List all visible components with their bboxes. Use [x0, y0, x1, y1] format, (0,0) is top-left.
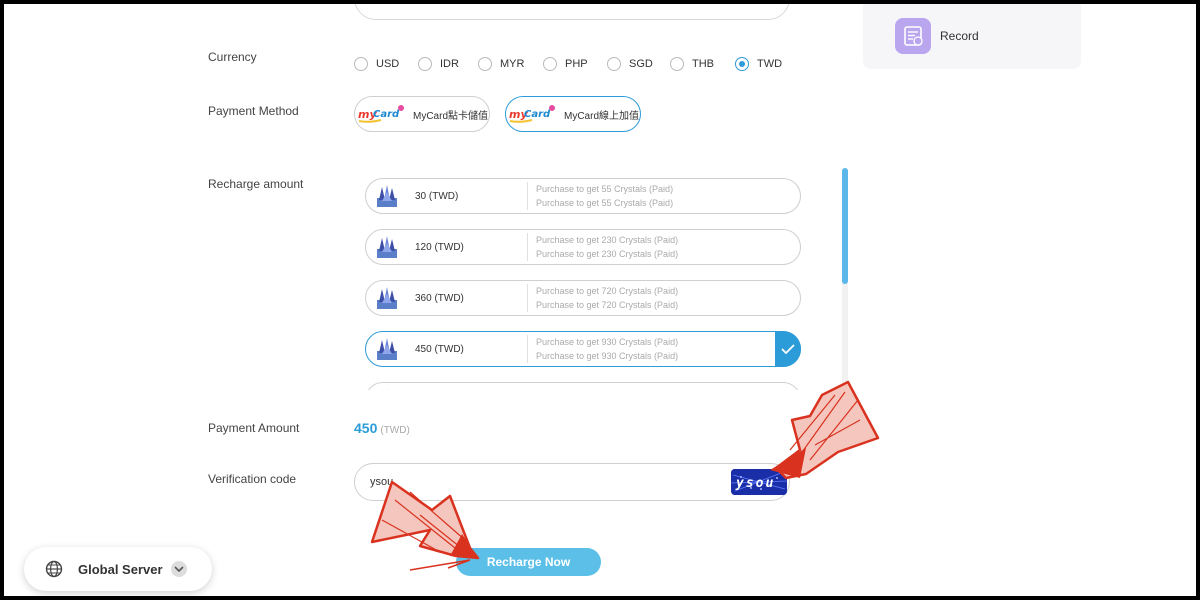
currency-option-label: USD	[376, 58, 400, 70]
recharge-description: Purchase to get 230 Crystals (Paid)	[536, 235, 679, 245]
record-label: Record	[940, 29, 979, 43]
payment-method-label: MyCard線上加值	[564, 110, 640, 122]
recharge-amount-label: Recharge amount	[208, 177, 304, 191]
currency-radio-sgd[interactable]: SGD	[607, 56, 653, 72]
recharge-description: Purchase to get 230 Crystals (Paid)	[536, 249, 679, 259]
currency-radio-thb[interactable]: THB	[670, 56, 714, 72]
payment-method-mycard-card[interactable]: my Card MyCard點卡儲值	[354, 96, 490, 132]
currency-option-label: TWD	[757, 58, 783, 70]
crystal-icon	[377, 338, 397, 360]
recharge-description: Purchase to get 720 Crystals (Paid)	[536, 286, 679, 296]
radio-dot	[735, 57, 749, 71]
payment-method-label: MyCard點卡儲值	[413, 110, 489, 122]
crystal-icon	[377, 185, 397, 207]
currency-radio-php[interactable]: PHP	[543, 56, 588, 72]
radio-dot	[607, 57, 621, 71]
payment-amount-number: 450	[354, 420, 378, 436]
arrow-to-captcha-icon	[770, 380, 880, 480]
radio-dot	[670, 57, 684, 71]
svg-text:Card: Card	[524, 109, 551, 120]
crystal-icon	[377, 287, 397, 309]
payment-method-label: Payment Method	[208, 104, 299, 118]
mycard-logo: my Card	[508, 103, 558, 125]
recharge-amount: 30 (TWD)	[415, 190, 459, 202]
recharge-option-120[interactable]: 120 (TWD) Purchase to get 230 Crystals (…	[365, 229, 801, 265]
verification-code-value: ysou	[370, 476, 394, 488]
recharge-now-button[interactable]: Recharge Now	[456, 548, 601, 576]
payment-amount-currency: (TWD)	[380, 425, 410, 436]
checkmark-icon	[775, 331, 801, 367]
top-input-field[interactable]	[354, 0, 790, 20]
currency-option-label: PHP	[565, 58, 588, 70]
radio-dot	[478, 57, 492, 71]
verification-code-input[interactable]: ysou	[354, 463, 790, 501]
currency-option-label: MYR	[500, 58, 525, 70]
crystal-icon	[377, 236, 397, 258]
recharge-description: Purchase to get 55 Crystals (Paid)	[536, 198, 674, 208]
recharge-description: Purchase to get 55 Crystals (Paid)	[536, 184, 674, 194]
record-link[interactable]: Record	[895, 18, 979, 54]
recharge-description: Purchase to get 930 Crystals (Paid)	[536, 337, 679, 347]
radio-dot	[543, 57, 557, 71]
currency-radio-usd[interactable]: USD	[354, 56, 399, 72]
global-server-selector[interactable]: Global Server	[24, 547, 212, 591]
radio-dot	[418, 57, 432, 71]
divider	[527, 182, 528, 210]
globe-icon	[45, 560, 63, 578]
recharge-option-360[interactable]: 360 (TWD) Purchase to get 720 Crystals (…	[365, 280, 801, 316]
receipt-icon	[895, 18, 931, 54]
divider	[527, 284, 528, 312]
crystal-icon	[386, 389, 388, 390]
captcha-text: ysou	[735, 476, 775, 491]
chevron-down-icon	[170, 561, 187, 577]
currency-option-label: IDR	[440, 58, 459, 70]
recharge-option-partial[interactable]	[365, 382, 801, 390]
verification-code-label: Verification code	[208, 472, 297, 486]
server-label: Global Server	[78, 561, 163, 577]
recharge-amount: 120 (TWD)	[415, 241, 464, 253]
list-scrollbar-thumb[interactable]	[842, 168, 848, 284]
payment-method-mycard-online[interactable]: my Card MyCard線上加值	[505, 96, 641, 132]
recharge-options-list[interactable]: 30 (TWD) Purchase to get 55 Crystals (Pa…	[355, 168, 807, 390]
divider	[527, 233, 528, 261]
recharge-option-30[interactable]: 30 (TWD) Purchase to get 55 Crystals (Pa…	[365, 178, 801, 214]
currency-radio-twd[interactable]: TWD	[735, 56, 782, 72]
currency-option-label: THB	[692, 58, 714, 70]
currency-option-label: SGD	[629, 58, 653, 70]
payment-amount-value: 450 (TWD)	[354, 420, 410, 436]
recharge-amount: 360 (TWD)	[415, 292, 464, 304]
recharge-option-450[interactable]: 450 (TWD) Purchase to get 930 Crystals (…	[365, 331, 801, 367]
mycard-logo: my Card	[357, 103, 407, 125]
svg-text:Card: Card	[373, 109, 400, 120]
divider	[527, 335, 528, 363]
currency-radio-idr[interactable]: IDR	[418, 56, 459, 72]
recharge-description: Purchase to get 930 Crystals (Paid)	[536, 351, 679, 361]
recharge-description: Purchase to get 720 Crystals (Paid)	[536, 300, 679, 310]
recharge-amount: 450 (TWD)	[415, 343, 464, 355]
radio-dot	[354, 57, 368, 71]
payment-amount-label: Payment Amount	[208, 421, 300, 435]
captcha-image[interactable]: ysou	[730, 469, 788, 495]
currency-radio-myr[interactable]: MYR	[478, 56, 524, 72]
currency-label: Currency	[208, 50, 257, 64]
